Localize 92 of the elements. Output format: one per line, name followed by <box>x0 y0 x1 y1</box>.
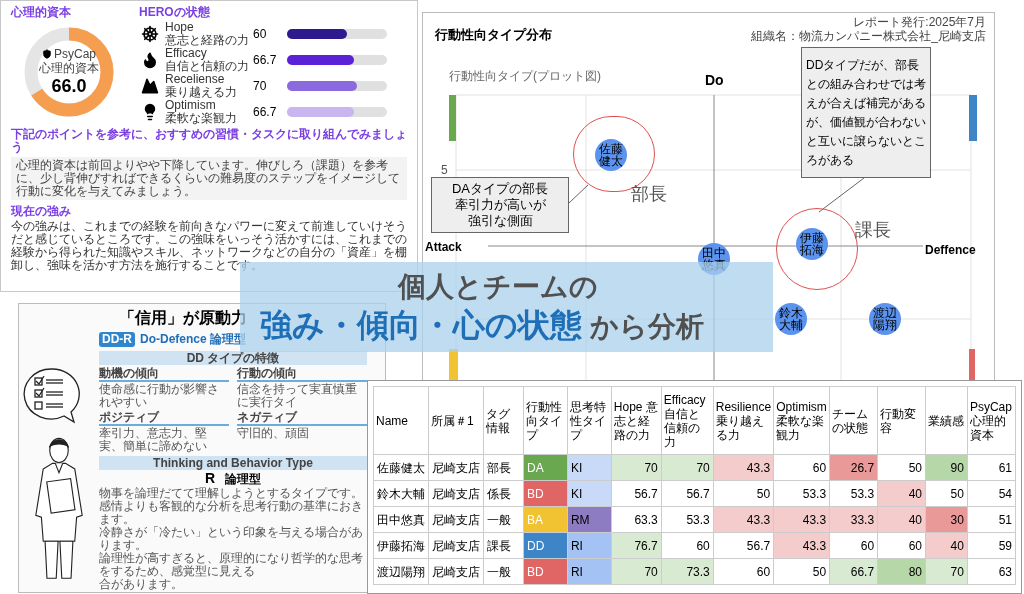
metric-name: Efficacy <box>165 47 207 60</box>
section-heading: 心理的資本 <box>11 5 72 20</box>
axis-label: Do <box>705 71 724 90</box>
metric-name: Optimism <box>165 99 216 112</box>
table-cell: 田中悠真 <box>373 506 429 533</box>
axis-label: Attack <box>425 239 462 256</box>
chart-title: 行動性向タイプ分布 <box>435 26 552 44</box>
metric-value: 66.7 <box>253 52 278 69</box>
role-label: 課長 <box>855 219 891 242</box>
feature-label: ポジティブ <box>99 411 229 426</box>
table-cell: 渡辺陽翔 <box>373 558 429 585</box>
callout-text: ろがある <box>806 151 854 169</box>
section-heading: HEROの状態 <box>139 5 211 20</box>
checklist-bubble-icon <box>21 366 83 426</box>
feature-text: 牽引力、意志力、堅実、簡単に諦めない <box>99 427 208 453</box>
description-line: 感情よりも客観的な分析を思考行動の基準におきます。 <box>99 500 364 526</box>
callout-text: 牽引力が高いが <box>454 197 546 213</box>
data-point: 渡辺陽翔 <box>869 303 901 335</box>
column-header: Efficacy 自信と信頼の力 <box>661 386 714 455</box>
data-point: 鈴木大輔 <box>775 303 807 335</box>
column-header: Resilience 乗り越える力 <box>713 386 774 455</box>
report-date: レポート発行:2025年7月 <box>853 15 986 29</box>
metric-subtitle: 意志と経路の力 <box>165 34 250 47</box>
callout-text: との組み合わせでは考 <box>806 75 926 93</box>
metric-value: 66.7 <box>253 104 278 121</box>
advice-box: 心理的資本は前回よりやや下降しています。伸びしろ（課題）を参考に、少し背伸びすればできるくらいの難易度のステップをイメージして行動に変化を与えてみましょう。 <box>11 157 407 200</box>
column-header: PsyCap 心理的資本 <box>967 386 1016 455</box>
quadrant-bar <box>969 349 975 383</box>
data-point: 佐藤健太 <box>595 139 627 171</box>
metric-value: 70 <box>253 78 268 95</box>
quadrant-bar <box>969 95 977 141</box>
column-header: Hope 意志と経路の力 <box>611 386 662 455</box>
table-cell: 佐藤健太 <box>373 454 429 481</box>
feature-label: 行動の傾向 <box>237 367 367 382</box>
tick-label: 5 <box>441 162 448 179</box>
role-label: 部長 <box>631 183 667 206</box>
mountain-icon <box>141 77 159 95</box>
column-header: 行動性向タイプ <box>523 386 568 455</box>
callout-text: DAタイプの部長 <box>451 181 549 197</box>
column-header: 思考特性タイプ <box>567 386 612 455</box>
section-heading: 現在の強み <box>11 204 72 218</box>
type-label: 論理型 <box>225 470 262 488</box>
feature-text: 使命感に行動が影響されやすい <box>99 383 220 409</box>
type-name: Do-Defence 論理型 <box>140 331 246 348</box>
callout-text: が、価値観が合わない <box>806 113 926 131</box>
gauge-label: PsyCap <box>54 47 96 61</box>
gauge-value: 66.0 <box>51 74 87 97</box>
quadrant-bar <box>449 95 456 141</box>
data-point: 伊藤拓海 <box>796 228 828 260</box>
panel-title: 「信用」が原動力 <box>119 308 247 328</box>
feature-label: 動機の傾向 <box>99 367 229 382</box>
type-letter: R <box>204 469 216 487</box>
description-line: 冷静さが「冷たい」という印象を与える場合があります。 <box>99 526 364 552</box>
gauge-label: 心理的資本 <box>39 60 99 75</box>
metric-subtitle: 柔軟な楽観力 <box>165 112 238 125</box>
metric-name: Receliense <box>165 73 226 86</box>
metric-value: 60 <box>253 26 268 43</box>
section-header-bar: Thinking and Behavior Type <box>99 456 367 470</box>
column-header: チームの状態 <box>829 386 878 455</box>
banner-highlight: 強み・傾向・心の状態 <box>260 306 582 345</box>
column-header: 行動変容 <box>877 386 926 455</box>
section-header-bar: DD タイプの特徴 <box>99 351 367 365</box>
table-cell: 鈴木大輔 <box>373 480 429 507</box>
metric-name: Hope <box>165 21 195 34</box>
organization-name: 組織名：物流カンパニー株式会社_尼崎支店 <box>751 29 986 43</box>
callout-text: えが合えば補完がある <box>806 94 926 112</box>
feature-text: 信念を持って実直慎重に実行タイ <box>237 383 358 409</box>
description-line: 論理性が高すぎると、原理的になり哲学的な思考をするため、感覚型に見える <box>99 552 364 578</box>
banner-heading: 個人とチームの <box>398 270 598 304</box>
callout-text: DDタイプだが、部長 <box>806 56 920 74</box>
banner-heading: から分析 <box>590 310 704 344</box>
column-header: 業績感 <box>925 386 968 455</box>
strength-paragraph: 今の強みは、これまでの経験を前向きなパワーに変えて前進していけそうだと感じているところです。この強味をいっそう活かすには、これまでの経験から得られた知識やスキル、ネットワークなどの自分の「資産」を棚卸し、強味を活かす方法を施行することです。 <box>11 220 407 272</box>
flame-icon <box>141 51 159 69</box>
metric-subtitle: 乗り越える力 <box>165 86 238 99</box>
column-header: Optimism 柔軟な楽観力 <box>773 386 830 455</box>
shield-icon <box>42 49 52 59</box>
callout-text: と互いに譲らないとこ <box>806 132 926 150</box>
description-line: 物事を論理だてて理解しようとするタイプです。 <box>99 487 364 500</box>
metric-subtitle: 自信と信頼の力 <box>165 60 250 73</box>
column-header: タグ情報 <box>483 386 524 455</box>
callout-text: 強引な側面 <box>467 213 533 229</box>
ship-wheel-icon <box>141 25 159 43</box>
table-cell: 伊藤拓海 <box>373 532 429 559</box>
description-line: 合があります。 <box>99 578 184 591</box>
type-badge: DD-R <box>99 331 135 347</box>
plot-title: 行動性向タイプ(プロット図) <box>449 68 601 85</box>
axis-label: Deffence <box>925 242 976 259</box>
feature-text: 守旧的、頑固 <box>237 427 310 440</box>
section-heading: 下記のポイントを参考に、おすすめの習慣・タスクに取り組んでみましょう <box>11 128 407 154</box>
column-header: Name <box>373 386 429 455</box>
column-header: 所属＃1 <box>428 386 484 455</box>
